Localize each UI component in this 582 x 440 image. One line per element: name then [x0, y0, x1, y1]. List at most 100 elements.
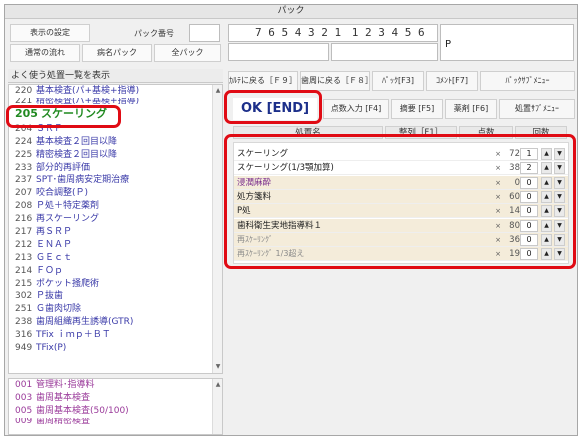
- spin-down-icon[interactable]: ▼: [554, 148, 565, 160]
- pack-list-item[interactable]: 005 歯周基本検査(50/100): [9, 405, 222, 418]
- patient-number-field: 7 6 5 4 3 2 1 1 2 3 4 5 6 7: [228, 24, 438, 55]
- treatment-list-item[interactable]: 208 Ｐ処＋特定薬剤: [9, 200, 222, 213]
- pack-list[interactable]: 001 管理料･指導料 003 歯周基本検査 005 歯周基本検査(50/100) 009 歯…: [8, 378, 223, 435]
- pack-number-input[interactable]: [189, 24, 220, 42]
- treatment-list-item[interactable]: 214 ＦＯｐ: [9, 265, 222, 278]
- pack-list-item[interactable]: 001 管理料･指導料: [9, 379, 222, 392]
- pack-list-item[interactable]: 003 歯周基本検査: [9, 392, 222, 405]
- pack-f3-button[interactable]: ﾊﾟｯｸ[F3]: [372, 71, 424, 91]
- score-input-button[interactable]: 点数入力 [F4]: [323, 99, 389, 119]
- treatment-name: SPT･歯周病安定期治療: [36, 175, 130, 186]
- spin-up-icon[interactable]: ▲: [541, 248, 552, 261]
- treatment-name: ポケット掻爬術: [36, 278, 100, 289]
- spin-up-icon[interactable]: ▲: [541, 205, 552, 218]
- spin-up-icon[interactable]: ▲: [541, 148, 552, 160]
- treatment-list-item[interactable]: 237 SPT･歯周病安定期治療: [9, 174, 222, 187]
- treatment-item-row: スケーリング(1/3顎加算) 38 × 2 ▲ ▼: [234, 161, 568, 176]
- treatment-list-scrollbar[interactable]: ▲ ▼: [212, 85, 222, 373]
- spin-up-icon[interactable]: ▲: [541, 219, 552, 232]
- pack-name: 歯周基本検査: [36, 392, 91, 403]
- disease-pack-button[interactable]: 病名パック: [82, 44, 152, 62]
- treatment-name: 基本検査２回目以降: [36, 136, 118, 147]
- treatment-name: Ｐ処＋特定薬剤: [36, 201, 100, 212]
- patient-id-digits: 7 6 5 4 3 2 1: [255, 26, 342, 39]
- treatment-list-item[interactable]: 225 精密検査２回目以降: [9, 149, 222, 162]
- spin-down-icon[interactable]: ▼: [554, 219, 565, 232]
- medicine-button[interactable]: 薬剤 [F6]: [445, 99, 497, 119]
- treatment-list-item[interactable]: 213 ＧＥｃｔ: [9, 252, 222, 265]
- treatment-list-item[interactable]: 217 再ＳＲＰ: [9, 226, 222, 239]
- summary-button[interactable]: 摘要 [F5]: [391, 99, 443, 119]
- treatment-list-item[interactable]: 949 TFix(P): [9, 342, 222, 355]
- spin-down-icon[interactable]: ▼: [554, 162, 565, 175]
- times-sign: ×: [495, 221, 501, 230]
- spin-down-icon[interactable]: ▼: [554, 248, 565, 261]
- treatment-list-item[interactable]: 216 再スケーリング: [9, 213, 222, 226]
- treatment-name: ＦＯｐ: [36, 265, 64, 276]
- pack-sub-menu-button[interactable]: ﾊﾟｯｸｻﾌﾞﾒﾆｭｰ: [480, 71, 575, 91]
- sort-button[interactable]: 整列［F1］: [385, 126, 457, 139]
- pack-list-item[interactable]: 009 歯周精密検査: [9, 418, 222, 426]
- item-quantity-input[interactable]: 0: [520, 219, 538, 232]
- spin-up-icon[interactable]: ▲: [541, 176, 552, 189]
- scroll-down-icon[interactable]: ▼: [213, 362, 222, 372]
- item-quantity-input[interactable]: 0: [520, 190, 538, 203]
- treatment-item-row: 再ｽｹｰﾘﾝｸﾞ 36 × 0 ▲ ▼: [234, 232, 568, 247]
- item-quantity-input[interactable]: 1: [520, 148, 538, 160]
- normal-flow-button[interactable]: 通常の流れ: [10, 44, 80, 62]
- treatment-name: TFix(P): [36, 343, 67, 354]
- spin-down-icon[interactable]: ▼: [554, 205, 565, 218]
- treatment-list-item[interactable]: 212 ＥＮＡＰ: [9, 239, 222, 252]
- pack-name: 管理料･指導料: [36, 380, 95, 390]
- item-quantity-input[interactable]: 0: [520, 248, 538, 261]
- back-to-perio-button[interactable]: 歯周に戻る［Ｆ８］: [300, 71, 370, 91]
- item-points: 72: [509, 149, 520, 159]
- ok-end-button[interactable]: OK [END]: [233, 98, 317, 120]
- pack-code: 003: [15, 392, 33, 403]
- item-quantity-input[interactable]: 0: [520, 205, 538, 218]
- treatment-list-item[interactable]: 251 Ｇ歯肉切除: [9, 303, 222, 316]
- scroll-up-icon[interactable]: ▲: [213, 380, 222, 390]
- comment-f7-button[interactable]: ｺﾒﾝﾄ[F7]: [426, 71, 478, 91]
- treatment-code: 316: [15, 330, 33, 341]
- display-settings-button[interactable]: 表示の設定: [10, 24, 90, 42]
- spin-up-icon[interactable]: ▲: [541, 162, 552, 175]
- item-quantity-input[interactable]: 0: [520, 233, 538, 246]
- treatment-list-item[interactable]: 205 スケーリング: [9, 105, 222, 123]
- item-quantity-input[interactable]: 2: [520, 162, 538, 175]
- treatment-sub-menu-button[interactable]: 処置ｻﾌﾞﾒﾆｭｰ: [499, 99, 575, 119]
- scroll-up-icon[interactable]: ▲: [213, 86, 222, 96]
- treatment-list-item[interactable]: 204 ＳＲＰ: [9, 123, 222, 136]
- treatment-list-item[interactable]: 316 TFix ｉｍｐ＋ＢＴ: [9, 329, 222, 342]
- treatment-list-item[interactable]: 224 基本検査２回目以降: [9, 136, 222, 149]
- treatment-name: 再ＳＲＰ: [36, 227, 73, 238]
- treatment-name: 基本検査(パ+基検+指導): [36, 86, 140, 96]
- treatment-name: 歯周組織再生誘導(GTR): [36, 317, 134, 328]
- item-points: 60: [509, 191, 520, 202]
- all-pack-button[interactable]: 全パック: [154, 44, 221, 62]
- treatment-list-item[interactable]: 207 咬合調整(Ｐ): [9, 187, 222, 200]
- treatment-list[interactable]: 220 基本検査(パ+基検+指導) 221 精密検査(パ+基検+指導) 205 スケーリン…: [8, 84, 223, 374]
- item-name: 歯科衛生実地指導料１: [237, 220, 323, 231]
- frequent-treatment-header[interactable]: よく使う処置一覧を表示: [8, 69, 223, 83]
- back-to-karte-button[interactable]: ｶﾙﾃに戻る［Ｆ９］: [228, 71, 298, 91]
- treatment-list-item[interactable]: 233 部分的再評価: [9, 162, 222, 175]
- treatment-list-item[interactable]: 302 Ｐ抜歯: [9, 290, 222, 303]
- spin-down-icon[interactable]: ▼: [554, 190, 565, 203]
- treatment-code: 224: [15, 136, 33, 147]
- treatment-list-item[interactable]: 220 基本検査(パ+基検+指導): [9, 85, 222, 98]
- treatment-list-item[interactable]: 238 歯周組織再生誘導(GTR): [9, 316, 222, 329]
- treatment-code: 207: [15, 188, 33, 199]
- item-points: 14: [509, 206, 520, 217]
- treatment-code: 220: [15, 86, 33, 96]
- treatment-list-item[interactable]: 221 精密検査(パ+基検+指導): [9, 98, 222, 105]
- item-name: 再ｽｹｰﾘﾝｸﾞ: [237, 234, 273, 244]
- pack-list-scrollbar[interactable]: ▲: [212, 379, 222, 434]
- treatment-name: ＥＮＡＰ: [36, 239, 73, 250]
- spin-down-icon[interactable]: ▼: [554, 176, 565, 189]
- spin-up-icon[interactable]: ▲: [541, 233, 552, 246]
- spin-up-icon[interactable]: ▲: [541, 190, 552, 203]
- spin-down-icon[interactable]: ▼: [554, 233, 565, 246]
- item-quantity-input[interactable]: 0: [520, 176, 538, 189]
- treatment-list-item[interactable]: 215 ポケット掻爬術: [9, 278, 222, 291]
